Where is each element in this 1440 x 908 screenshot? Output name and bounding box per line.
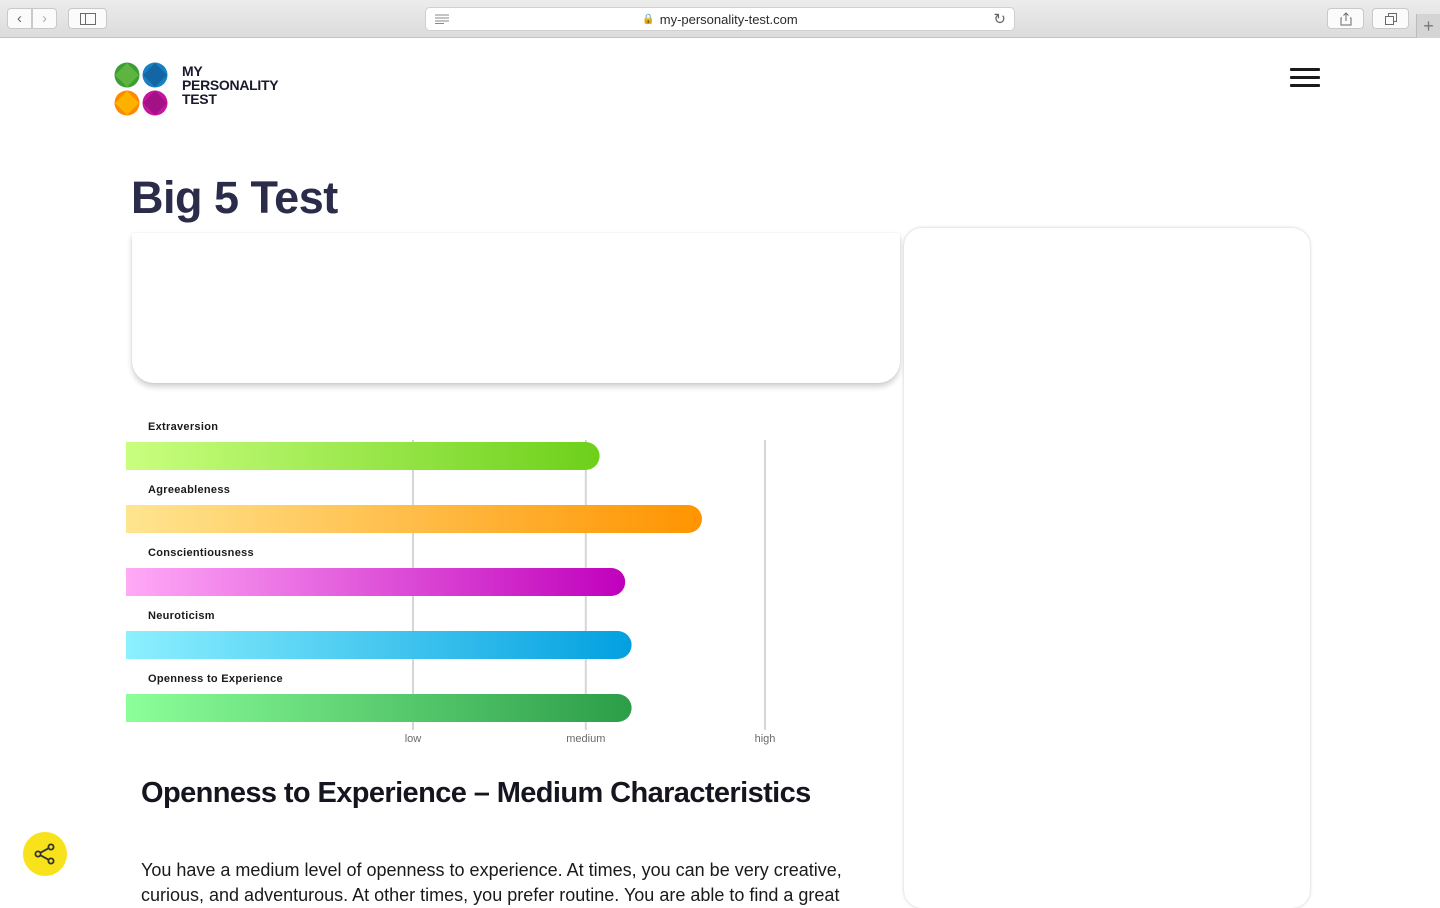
bar [126,694,632,722]
chevron-right-icon: › [42,10,47,27]
share-nodes-icon [34,843,55,865]
browser-toolbar: ‹ › 🔒 my-personality-test.com ↻ + [0,0,1440,38]
show-tabs-button[interactable] [1372,8,1409,29]
reader-icon[interactable] [435,14,449,24]
x-tick-label: medium [566,733,605,745]
reload-icon[interactable]: ↻ [993,10,1006,28]
sidebar-icon [79,12,96,25]
new-tab-button[interactable]: + [1416,14,1440,38]
address-bar[interactable]: 🔒 my-personality-test.com ↻ [425,7,1015,31]
bar [126,568,626,596]
share-fab-button[interactable] [23,832,67,876]
bar-group: Neuroticism [126,610,632,659]
x-tick-label: high [755,733,776,745]
bar [126,505,702,533]
chart-svg: low medium high Extraversion Agreeableness Co… [126,421,776,745]
sidebar-panel [904,228,1310,908]
bar-category-label: Openness to Experience [148,673,283,685]
logo-line: TEST [182,91,217,107]
share-icon [1340,11,1351,25]
x-tick-label: low [405,733,422,745]
logo-line: PERSONALITY [182,77,279,93]
sidebar-toggle-button[interactable] [68,8,107,29]
plus-icon: + [1423,15,1434,36]
ad-placeholder-card [132,233,900,383]
bar-category-label: Conscientiousness [148,547,254,559]
big5-results-chart: low medium high Extraversion Agreeableness Co… [118,412,818,752]
tabs-icon [1384,12,1397,25]
bar-group: Extraversion [126,421,600,470]
bar-category-label: Agreeableness [148,484,230,496]
back-button[interactable]: ‹ [7,8,32,29]
url-text: my-personality-test.com [659,11,798,27]
bar [126,631,632,659]
bar-group: Conscientiousness [126,547,626,596]
menu-icon[interactable] [1290,68,1320,88]
bar [126,442,600,470]
lock-icon: 🔒 [642,13,655,25]
chevron-left-icon: ‹ [17,10,22,27]
bar-group: Openness to Experience [126,673,632,722]
page-title: Big 5 Test [131,172,338,223]
logo-line: MY [182,63,203,79]
result-body: You have a medium level of openness to e… [141,860,842,905]
site-logo-icon[interactable] [114,62,168,116]
bar-category-label: Extraversion [148,421,218,433]
forward-button[interactable]: › [32,8,57,29]
site-logo-text[interactable]: MY PERSONALITY TEST [182,63,279,107]
bar-category-label: Neuroticism [148,610,215,622]
result-heading: Openness to Experience – Medium Characte… [141,777,811,809]
share-button[interactable] [1327,8,1364,29]
